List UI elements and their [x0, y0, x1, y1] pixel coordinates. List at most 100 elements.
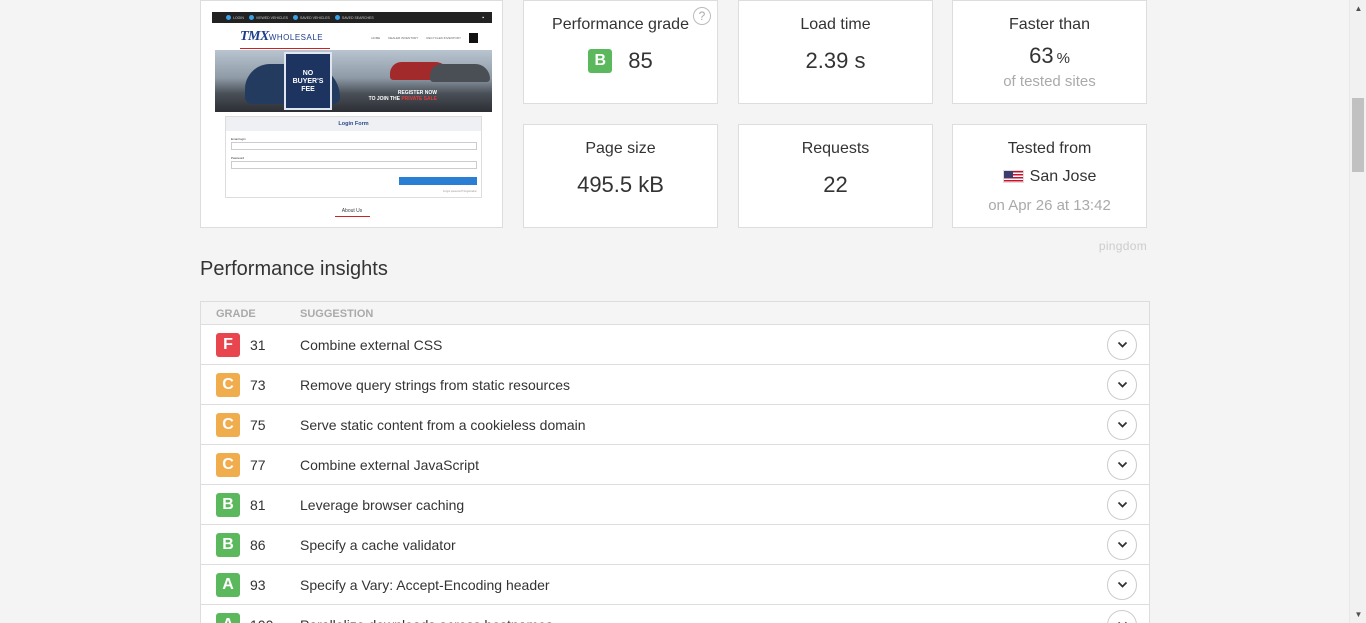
faster-than-sub: of tested sites	[1003, 73, 1096, 90]
insight-row[interactable]: A 100 Parallelize downloads across hostnam…	[201, 605, 1149, 623]
insight-score: 31	[250, 337, 266, 353]
insight-row[interactable]: C 75 Serve static content from a cookieles…	[201, 405, 1149, 445]
hero-badge: NO BUYER'S FEE	[284, 52, 332, 110]
insights-table-header: GRADE SUGGESTION	[201, 302, 1149, 325]
site-topbar: LOGIN VIEWED VEHICLES SAVED VEHICLES SAV…	[212, 12, 492, 23]
site-login-button	[399, 177, 477, 185]
insight-row[interactable]: B 81 Leverage browser caching	[201, 485, 1149, 525]
insight-suggestion: Combine external JavaScript	[300, 457, 479, 473]
site-nav-item: RECYCLED INVENTORY	[426, 36, 461, 40]
tested-location: San Jose	[953, 168, 1146, 186]
site-nav: HOME DEALER INVENTORY RECYCLED INVENTORY	[371, 33, 478, 43]
chevron-down-icon	[1117, 581, 1128, 588]
site-login-title: Login Form	[226, 117, 481, 131]
performance-grade-value: 85	[628, 48, 653, 73]
page-size-card: Page size 495.5 kB	[523, 124, 718, 228]
requests-label: Requests	[801, 140, 870, 157]
insight-score: 77	[250, 457, 266, 473]
insight-suggestion: Specify a cache validator	[300, 537, 456, 553]
grade-badge: C	[216, 453, 240, 477]
grade-badge: B	[216, 533, 240, 557]
load-time-card: Load time 2.39 s	[738, 0, 933, 104]
cart-icon: ▪	[482, 14, 484, 21]
site-logo: TMXWHOLESALE	[240, 29, 324, 44]
website-screenshot: LOGIN VIEWED VEHICLES SAVED VEHICLES SAV…	[212, 12, 492, 220]
chevron-down-icon	[1117, 381, 1128, 388]
website-screenshot-card: LOGIN VIEWED VEHICLES SAVED VEHICLES SAV…	[200, 0, 503, 228]
insight-row[interactable]: C 73 Remove query strings from static reso…	[201, 365, 1149, 405]
chevron-down-icon	[1117, 461, 1128, 468]
page-size-label: Page size	[585, 140, 656, 157]
load-time-label: Load time	[800, 16, 871, 33]
insight-suggestion: Leverage browser caching	[300, 497, 465, 513]
site-nav-item: DEALER INVENTORY	[388, 36, 419, 40]
site-nav-button	[469, 33, 478, 43]
insight-score: 86	[250, 537, 266, 553]
expand-button[interactable]	[1107, 450, 1137, 480]
grade-badge: C	[216, 373, 240, 397]
site-header: TMXWHOLESALE HOME DEALER INVENTORY RECYC…	[212, 23, 492, 50]
site-topbar-item: VIEWED VEHICLES	[255, 15, 288, 20]
insight-suggestion: Remove query strings from static resourc…	[300, 377, 570, 393]
scroll-down-arrow[interactable]: ▼	[1350, 606, 1366, 623]
grade-badge: C	[216, 413, 240, 437]
site-about-link: About Us	[341, 208, 363, 214]
insight-row[interactable]: A 93 Specify a Vary: Accept-Encoding heade…	[201, 565, 1149, 605]
insight-row[interactable]: F 31 Combine external CSS	[201, 325, 1149, 365]
insight-row[interactable]: B 86 Specify a cache validator	[201, 525, 1149, 565]
insight-score: 73	[250, 377, 266, 393]
tested-date: on Apr 26 at 13:42	[988, 197, 1111, 214]
scroll-up-arrow[interactable]: ▲	[1350, 0, 1366, 17]
scrollbar-thumb[interactable]	[1352, 98, 1364, 172]
site-login-links: Forgot password? Registration	[442, 190, 477, 193]
insight-suggestion: Parallelize downloads across hostnames	[300, 617, 553, 623]
requests-card: Requests 22	[738, 124, 933, 228]
expand-button[interactable]	[1107, 370, 1137, 400]
faster-than-label: Faster than	[1009, 16, 1090, 33]
site-email-label: Email login	[231, 137, 246, 141]
tested-from-card: Tested from San Jose on Apr 26 at 13:42	[952, 124, 1147, 228]
expand-button[interactable]	[1107, 410, 1137, 440]
expand-button[interactable]	[1107, 530, 1137, 560]
site-email-field	[231, 142, 477, 150]
chevron-down-icon	[1117, 421, 1128, 428]
insight-score: 93	[250, 577, 266, 593]
insight-score: 81	[250, 497, 266, 513]
insight-suggestion: Serve static content from a cookieless d…	[300, 417, 586, 433]
expand-button[interactable]	[1107, 490, 1137, 520]
expand-button[interactable]	[1107, 570, 1137, 600]
grade-badge: F	[216, 333, 240, 357]
insight-suggestion: Specify a Vary: Accept-Encoding header	[300, 577, 550, 593]
grade-badge: A	[216, 613, 240, 623]
requests-value: 22	[823, 172, 848, 197]
pingdom-logo: pingdom	[1098, 239, 1147, 253]
site-topbar-item: LOGIN	[233, 15, 244, 20]
expand-button[interactable]	[1107, 330, 1137, 360]
site-topbar-item: SAVED SEARCHES	[341, 15, 374, 20]
site-password-field	[231, 161, 477, 169]
help-icon[interactable]: ?	[693, 7, 711, 25]
site-hero-banner: NO BUYER'S FEE REGISTER NOW TO JOIN THE …	[215, 50, 492, 112]
insight-row[interactable]: C 77 Combine external JavaScript	[201, 445, 1149, 485]
suggestion-column-header: SUGGESTION	[300, 308, 374, 320]
grade-badge: B	[588, 49, 613, 73]
insights-table: GRADE SUGGESTION F 31 Combine external CSS…	[200, 301, 1150, 623]
scrollbar[interactable]: ▲ ▼	[1349, 0, 1366, 623]
load-time-value: 2.39 s	[805, 48, 866, 73]
site-login-form: Login Form Email login Password Forgot p…	[225, 116, 482, 198]
chevron-down-icon	[1117, 341, 1128, 348]
site-password-label: Password	[231, 156, 245, 160]
insight-score: 100	[250, 617, 273, 623]
chevron-down-icon	[1117, 501, 1128, 508]
site-topbar-item: SAVED VEHICLES	[300, 15, 330, 20]
grade-badge: B	[216, 493, 240, 517]
expand-button[interactable]	[1107, 610, 1137, 623]
faster-than-card: Faster than 63% of tested sites	[952, 0, 1147, 104]
performance-grade-card: Performance grade ? B 85	[523, 0, 718, 104]
grade-badge: A	[216, 573, 240, 597]
insights-heading: Performance insights	[200, 258, 388, 280]
grade-column-header: GRADE	[216, 308, 256, 320]
us-flag-icon	[1002, 170, 1024, 184]
site-nav-item: HOME	[371, 36, 381, 40]
insight-suggestion: Combine external CSS	[300, 337, 443, 353]
